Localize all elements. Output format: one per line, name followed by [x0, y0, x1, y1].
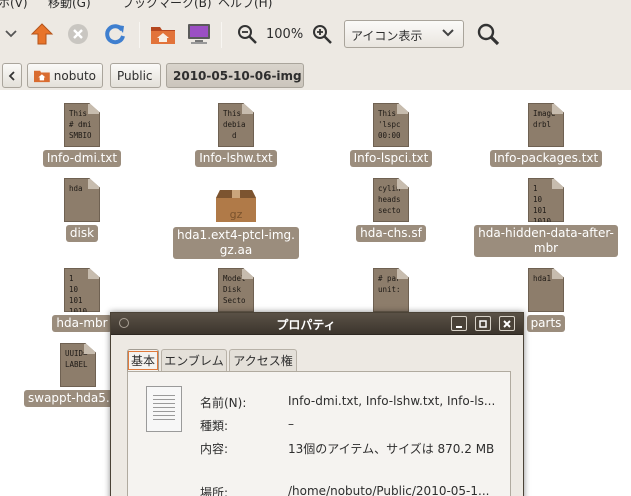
file-label: Info-dmi.txt: [42, 150, 122, 167]
toolbar-separator: [139, 22, 140, 48]
menu-help[interactable]: ヘルプ(H): [218, 0, 272, 10]
location-label: 場所:: [200, 486, 229, 496]
view-mode-label: アイコン表示: [351, 29, 423, 43]
properties-dialog: プロパティ 基本 エンブレム アクセス権 名前(N): Info-dmi.txt…: [110, 312, 524, 496]
search-icon[interactable]: [475, 21, 501, 47]
text-file-icon: cylin heads secto: [373, 178, 409, 222]
file-item[interactable]: This debia d Info-lshw.txt: [190, 103, 282, 167]
tab-emblems[interactable]: エンブレム: [161, 349, 227, 371]
contents-label: 内容:: [200, 442, 229, 456]
file-item[interactable]: This # dmi SMBIO Info-dmi.txt: [38, 103, 126, 167]
zoom-level: 100%: [266, 27, 304, 42]
text-file-icon: This # dmi SMBIO: [64, 103, 100, 147]
path-crumb-public[interactable]: Public: [110, 63, 161, 88]
home-folder-icon[interactable]: [150, 21, 176, 47]
location-value: /home/nobuto/Public/2010-05-1...: [288, 484, 490, 496]
view-mode-select[interactable]: アイコン表示: [344, 20, 464, 48]
path-crumb-home[interactable]: nobuto: [27, 63, 103, 88]
file-label: hda1.ext4-ptcl-img. gz.aa: [172, 227, 299, 259]
file-item[interactable]: 1 10 101 1010 hda-hidden-data-after- mbr: [472, 178, 620, 257]
file-label: disk: [65, 225, 99, 242]
basic-tab-panel: 名前(N): Info-dmi.txt, Info-lshw.txt, Info…: [127, 371, 511, 496]
binary-file-icon: 1 10 101 1010: [64, 268, 100, 312]
file-label: hda-chs.sf: [356, 225, 426, 242]
path-crumb-label: 2010-05-10-06-img: [173, 68, 302, 83]
text-file-icon: Image drbl: [528, 103, 564, 147]
file-item[interactable]: gz hda1.ext4-ptcl-img. gz.aa: [166, 182, 306, 259]
file-item[interactable]: # par unit:: [345, 268, 437, 312]
file-item[interactable]: Model Disk Secto: [190, 268, 282, 312]
toolbar: 100% アイコン表示: [0, 10, 631, 60]
home-folder-icon: [34, 70, 50, 82]
file-label: parts: [526, 315, 566, 332]
stop-icon[interactable]: [65, 21, 91, 47]
file-label: swappt-hda5.: [24, 390, 114, 407]
path-crumb-label: Public: [117, 68, 153, 83]
file-item[interactable]: hda disk: [38, 178, 126, 242]
toolbar-separator: [221, 22, 222, 48]
menu-bookmarks[interactable]: ブックマーク(B): [122, 0, 212, 10]
file-item[interactable]: cylin heads secto hda-chs.sf: [345, 178, 437, 242]
chevron-down-icon: [441, 26, 455, 43]
path-crumb-current[interactable]: 2010-05-10-06-img: [166, 63, 304, 88]
document-icon: [146, 386, 182, 432]
file-item[interactable]: This 'lspc 00:00 Info-lspci.txt: [345, 103, 437, 167]
archive-package-icon: gz: [214, 182, 258, 224]
tab-basic[interactable]: 基本: [127, 349, 159, 371]
path-bar: nobuto Public 2010-05-10-06-img: [0, 60, 631, 90]
up-arrow-icon[interactable]: [29, 21, 55, 47]
text-file-icon: UUID= LABEL: [60, 343, 96, 387]
minimize-icon[interactable]: [451, 316, 467, 331]
text-file-icon: # par unit:: [373, 268, 409, 312]
type-label: 種類:: [200, 419, 229, 433]
text-file-icon: Model Disk Secto: [218, 268, 254, 312]
maximize-icon[interactable]: [475, 316, 491, 331]
file-label: Info-lshw.txt: [195, 150, 277, 167]
type-value: –: [288, 417, 294, 431]
path-scroll-left-button[interactable]: [2, 63, 22, 88]
binary-file-icon: 1 10 101 1010: [528, 178, 564, 222]
menubar: ホ(V) 移動(G) ブックマーク(B) ヘルプ(H): [0, 0, 631, 10]
dialog-title: プロパティ: [276, 318, 336, 332]
close-icon[interactable]: [499, 316, 515, 331]
menu-go[interactable]: 移動(G): [48, 0, 91, 10]
file-label: hda-hidden-data-after- mbr: [474, 225, 618, 257]
file-label: Info-lspci.txt: [349, 150, 433, 167]
name-value: Info-dmi.txt, Info-lshw.txt, Info-ls...: [288, 394, 496, 408]
svg-text:gz: gz: [230, 208, 243, 221]
file-item[interactable]: Image drbl Info-packages.txt: [484, 103, 608, 167]
computer-icon[interactable]: [186, 21, 212, 47]
file-label: Info-packages.txt: [489, 150, 603, 167]
history-dropdown-icon[interactable]: [0, 21, 22, 47]
zoom-out-icon[interactable]: [234, 21, 260, 47]
path-crumb-label: nobuto: [53, 68, 96, 83]
chevron-left-icon: [8, 70, 15, 81]
file-item[interactable]: UUID= LABEL swappt-hda5.: [18, 343, 114, 407]
menu-view[interactable]: ホ(V): [0, 0, 28, 10]
name-label: 名前(N):: [200, 396, 247, 410]
dialog-titlebar[interactable]: プロパティ: [111, 313, 523, 335]
text-file-icon: hda1: [528, 268, 564, 312]
file-label: hda-mbr: [52, 315, 112, 332]
text-file-icon: This 'lspc 00:00: [373, 103, 409, 147]
text-file-icon: hda: [64, 178, 100, 222]
text-file-icon: This debia d: [218, 103, 254, 147]
contents-value: 13個のアイテム、サイズは 870.2 MB: [288, 442, 495, 456]
tab-permissions[interactable]: アクセス権: [229, 349, 297, 371]
reload-icon[interactable]: [102, 21, 128, 47]
zoom-in-icon[interactable]: [309, 21, 335, 47]
